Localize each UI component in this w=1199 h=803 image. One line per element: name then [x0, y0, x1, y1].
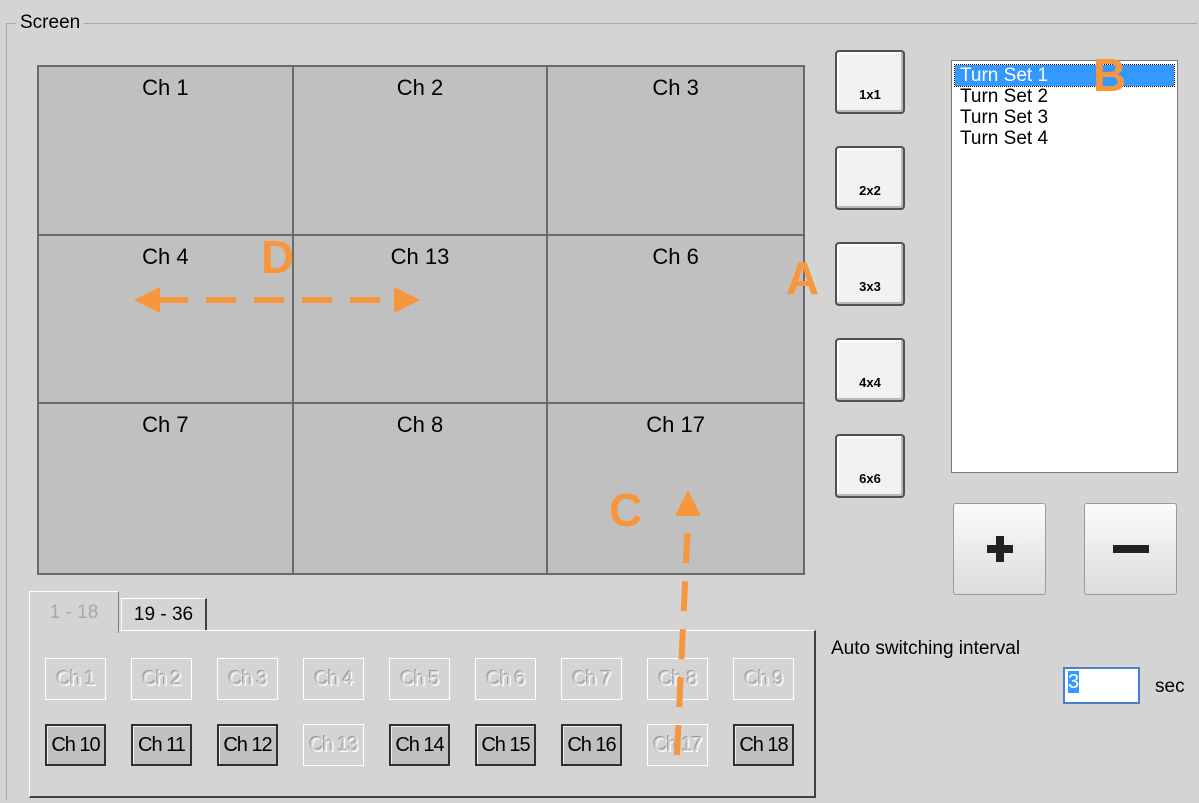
grid-cell[interactable]: Ch 7 — [39, 404, 294, 573]
minus-icon — [1112, 545, 1149, 553]
turn-set-item[interactable]: Turn Set 3 — [955, 107, 1174, 128]
channel-button-disabled: Ch 5 — [389, 658, 450, 700]
channel-button[interactable]: Ch 11 — [131, 724, 192, 766]
grid-cell[interactable]: Ch 1 — [39, 67, 294, 236]
interval-unit-label: sec — [1155, 676, 1185, 697]
layout-3x3-button[interactable]: 3x3 — [835, 242, 905, 306]
interval-input[interactable]: 3 — [1063, 667, 1140, 704]
grid-cell[interactable]: Ch 4 — [39, 235, 294, 405]
turn-set-list[interactable]: Turn Set 1 Turn Set 2 Turn Set 3 Turn Se… — [951, 60, 1178, 473]
channel-button-disabled: Ch 7 — [561, 658, 622, 700]
channel-button[interactable]: Ch 12 — [217, 724, 278, 766]
channel-button[interactable]: Ch 14 — [389, 724, 450, 766]
annotation-d: D — [261, 231, 295, 283]
channel-button-disabled: Ch 9 — [733, 658, 794, 700]
layout-6x6-button[interactable]: 6x6 — [835, 434, 905, 498]
layout-4x4-button[interactable]: 4x4 — [835, 338, 905, 402]
remove-turn-set-button[interactable] — [1084, 503, 1177, 595]
grid-cell[interactable]: Ch 3 — [548, 67, 803, 236]
grid-cell[interactable]: Ch 6 — [548, 236, 803, 405]
channel-button[interactable]: Ch 16 — [561, 724, 622, 766]
annotation-c: C — [609, 484, 643, 536]
tab-19-36[interactable]: 19 - 36 — [121, 598, 207, 631]
add-turn-set-button[interactable] — [953, 503, 1046, 595]
layout-1x1-button[interactable]: 1x1 — [835, 50, 905, 114]
turn-set-item[interactable]: Turn Set 2 — [955, 86, 1174, 107]
annotation-a: A — [786, 252, 820, 304]
turn-set-item[interactable]: Turn Set 4 — [955, 128, 1174, 149]
channel-button-disabled: Ch 13 — [303, 724, 364, 766]
grid-cell[interactable]: Ch 13 — [293, 235, 549, 405]
channel-button[interactable]: Ch 18 — [733, 724, 794, 766]
channel-button-disabled: Ch 2 — [131, 658, 192, 700]
tab-1-18[interactable]: 1 - 18 — [29, 591, 119, 633]
channel-button-disabled: Ch 4 — [303, 658, 364, 700]
layout-2x2-button[interactable]: 2x2 — [835, 146, 905, 210]
channel-button-disabled: Ch 8 — [647, 658, 708, 700]
auto-switching-label: Auto switching interval — [831, 638, 1021, 659]
channel-button[interactable]: Ch 15 — [475, 724, 536, 766]
channel-grid: Ch 1 Ch 2 Ch 3 Ch 4 Ch 13 Ch 6 Ch 7 Ch 8… — [37, 65, 805, 575]
channel-button[interactable]: Ch 10 — [45, 724, 106, 766]
interval-value: 3 — [1068, 671, 1080, 693]
grid-cell[interactable]: Ch 2 — [293, 67, 549, 236]
screen-group-title: Screen — [16, 12, 85, 34]
channel-tab-panel — [29, 630, 816, 798]
channel-button-disabled: Ch 1 — [45, 658, 106, 700]
grid-cell[interactable]: Ch 17 — [548, 404, 803, 573]
plus-icon — [986, 536, 1013, 562]
turn-set-item-selected[interactable]: Turn Set 1 — [954, 64, 1175, 87]
channel-button-disabled: Ch 6 — [475, 658, 536, 700]
channel-button-disabled: Ch 17 — [647, 724, 708, 766]
channel-button-disabled: Ch 3 — [217, 658, 278, 700]
annotation-b: B — [1093, 49, 1127, 101]
grid-cell[interactable]: Ch 8 — [294, 404, 549, 573]
